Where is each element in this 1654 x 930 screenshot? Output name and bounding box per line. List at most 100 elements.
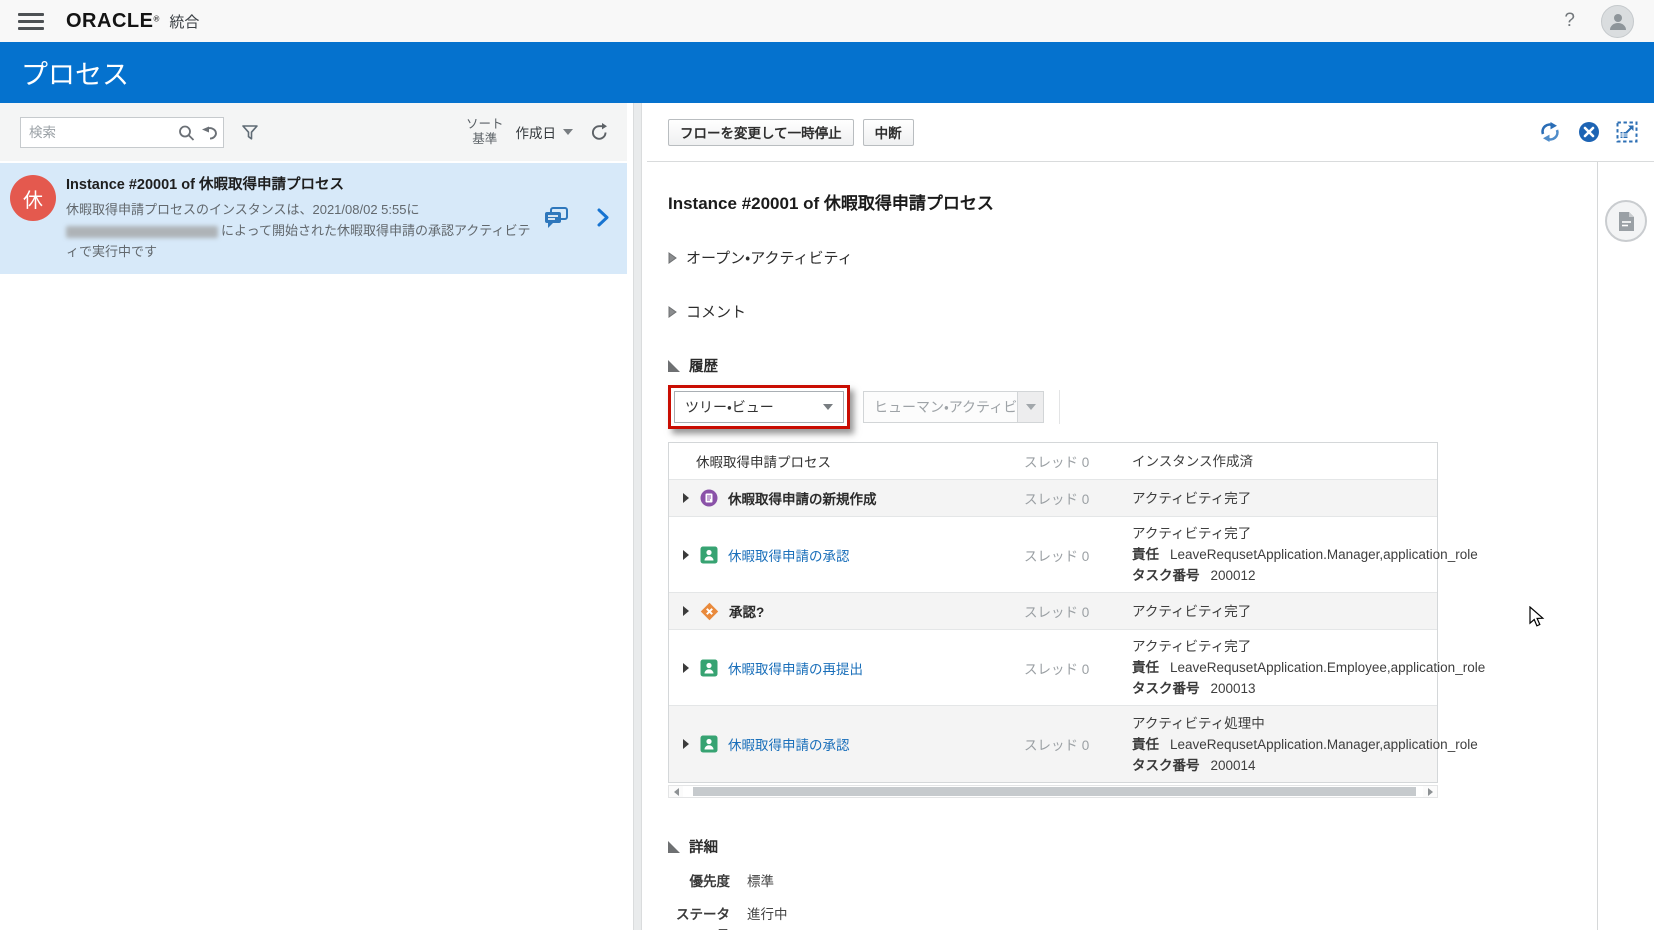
human-task-icon — [700, 546, 718, 564]
activity-filter-value: ヒューマン・アクティビテ — [863, 391, 1018, 423]
help-icon[interactable]: ? — [1564, 10, 1575, 32]
collapsed-triangle-icon — [668, 252, 677, 264]
oracle-logo: ORACLE® — [66, 10, 159, 33]
table-row[interactable]: 休暇取得申請の新規作成 スレッド 0 アクティビティ完了 — [669, 480, 1437, 517]
responsibility-label: 責任 — [1132, 734, 1159, 755]
priority-value: 標準 — [747, 870, 774, 890]
task-number-value: 200014 — [1211, 755, 1256, 776]
instance-detail-panel: フローを変更して一時停止 中断 — [647, 103, 1654, 930]
instance-avatar: 休 — [10, 175, 56, 221]
product-name: 統合 — [169, 11, 199, 32]
responsibility-label: 責任 — [1132, 657, 1159, 678]
scrollbar-thumb[interactable] — [693, 787, 1416, 796]
chevron-right-icon[interactable] — [597, 208, 609, 227]
brand-text: ORACLE — [66, 10, 153, 32]
search-icon[interactable] — [178, 125, 195, 142]
page-title: プロセス — [21, 53, 129, 92]
section-comments[interactable]: コメント — [668, 301, 1597, 322]
row-thread: スレッド 0 — [1024, 443, 1119, 479]
global-header: ORACLE® 統合 ? — [0, 0, 1654, 42]
section-label: 履歴 — [689, 355, 718, 376]
registered-mark: ® — [153, 14, 159, 23]
dropdown-caret-icon — [823, 404, 833, 410]
task-number-label: タスク番号 — [1132, 678, 1200, 699]
row-label-link[interactable]: 休暇取得申請の承認 — [728, 545, 850, 565]
hamburger-menu-icon[interactable] — [18, 13, 44, 30]
responsibility-value: LeaveRequsetApplication.Manager,applicat… — [1170, 734, 1478, 755]
row-thread: スレッド 0 — [1024, 517, 1119, 592]
instance-list-item[interactable]: 休 Instance #20001 of 休暇取得申請プロセス 休暇取得申請プロ… — [0, 163, 627, 274]
human-task-icon — [700, 735, 718, 753]
row-status: アクティビティ完了 — [1132, 488, 1427, 509]
avatar-icon — [1608, 11, 1628, 31]
section-open-activities[interactable]: オープン・アクティビティ — [668, 247, 1597, 268]
status-label: ステータス — [668, 903, 730, 930]
expand-row-icon[interactable] — [682, 662, 690, 674]
history-view-value: ツリー・ビュー — [685, 397, 774, 417]
row-label-link[interactable]: 休暇取得申請の承認 — [728, 734, 850, 754]
activity-filter-caret-button[interactable] — [1018, 391, 1044, 423]
filter-icon[interactable] — [242, 125, 258, 140]
section-label: コメント — [686, 301, 746, 322]
sort-field-dropdown[interactable]: 作成日 — [516, 122, 574, 142]
row-label: 承認? — [729, 601, 764, 621]
dropdown-caret-icon — [1026, 404, 1036, 410]
comment-icon[interactable] — [543, 206, 569, 230]
audit-icon[interactable] — [1605, 200, 1647, 242]
abort-icon[interactable] — [1578, 121, 1600, 143]
section-history[interactable]: 履歴 — [668, 355, 1597, 376]
undo-icon[interactable] — [202, 126, 219, 141]
scroll-right-icon[interactable] — [1423, 788, 1437, 796]
sort-caret-icon — [563, 129, 573, 135]
row-label-link[interactable]: 休暇取得申請の再提出 — [728, 658, 863, 678]
sort-by-label: ソート 基準 — [466, 117, 504, 147]
row-status: インスタンス作成済 — [1132, 451, 1427, 472]
history-view-dropdown[interactable]: ツリー・ビュー — [674, 391, 844, 423]
instance-description: 休暇取得申請プロセスのインスタンスは、2021/08/02 5:55に によって… — [66, 199, 533, 262]
expand-row-icon[interactable] — [682, 549, 690, 561]
redacted-user-name — [66, 226, 218, 238]
scroll-left-icon[interactable] — [669, 788, 683, 796]
instance-list-panel: ソート 基準 作成日 休 Instance #20001 of 休暇取得申請プロ… — [0, 103, 627, 930]
instance-detail-title: Instance #20001 of 休暇取得申請プロセス — [668, 189, 1597, 214]
panel-splitter[interactable] — [627, 103, 647, 930]
instance-title: Instance #20001 of 休暇取得申請プロセス — [66, 173, 533, 194]
table-row[interactable]: 休暇取得申請の再提出 スレッド 0 アクティビティ完了 責任LeaveRequs… — [669, 630, 1437, 706]
human-task-icon — [700, 659, 718, 677]
task-number-label: タスク番号 — [1132, 755, 1200, 776]
script-task-icon — [700, 489, 718, 507]
task-number-value: 200012 — [1211, 565, 1256, 586]
table-row[interactable]: 休暇取得申請プロセス スレッド 0 インスタンス作成済 — [669, 443, 1437, 480]
expanded-triangle-icon — [668, 841, 680, 853]
divider — [1059, 390, 1060, 424]
responsibility-value: LeaveRequsetApplication.Employee,applica… — [1170, 657, 1485, 678]
section-label: 詳細 — [689, 836, 718, 857]
right-rail — [1597, 162, 1654, 930]
expand-icon[interactable] — [1616, 121, 1638, 143]
gateway-icon — [700, 602, 719, 621]
expand-row-icon[interactable] — [682, 738, 690, 750]
expand-row-icon[interactable] — [682, 605, 690, 617]
activity-filter-dropdown[interactable]: ヒューマン・アクティビテ — [863, 391, 1044, 423]
alter-flow-suspend-button[interactable]: フローを変更して一時停止 — [668, 119, 854, 146]
table-row[interactable]: 休暇取得申請の承認 スレッド 0 アクティビティ完了 責任LeaveRequse… — [669, 517, 1437, 593]
expanded-triangle-icon — [668, 360, 680, 372]
app-window: ORACLE® 統合 ? プロセス — [0, 0, 1654, 930]
table-row[interactable]: 承認? スレッド 0 アクティビティ完了 — [669, 593, 1437, 630]
detail-toolbar: フローを変更して一時停止 中断 — [647, 103, 1654, 161]
sort-field-value: 作成日 — [516, 122, 557, 142]
annotation-highlight-box: ツリー・ビュー — [668, 385, 850, 429]
avatar[interactable] — [1601, 5, 1634, 38]
table-row[interactable]: 休暇取得申請の承認 スレッド 0 アクティビティ処理中 責任LeaveRequs… — [669, 706, 1437, 782]
list-toolbar: ソート 基準 作成日 — [0, 103, 627, 161]
collapsed-triangle-icon — [668, 306, 677, 318]
page-banner: プロセス — [0, 42, 1654, 103]
section-details[interactable]: 詳細 — [668, 836, 1597, 857]
row-status: アクティビティ処理中 — [1132, 713, 1464, 734]
priority-label: 優先度 — [668, 870, 730, 890]
refresh-icon[interactable] — [590, 123, 609, 141]
horizontal-scrollbar[interactable] — [668, 785, 1438, 798]
sync-icon[interactable] — [1538, 121, 1562, 143]
abort-button[interactable]: 中断 — [863, 119, 914, 146]
expand-row-icon[interactable] — [682, 492, 690, 504]
